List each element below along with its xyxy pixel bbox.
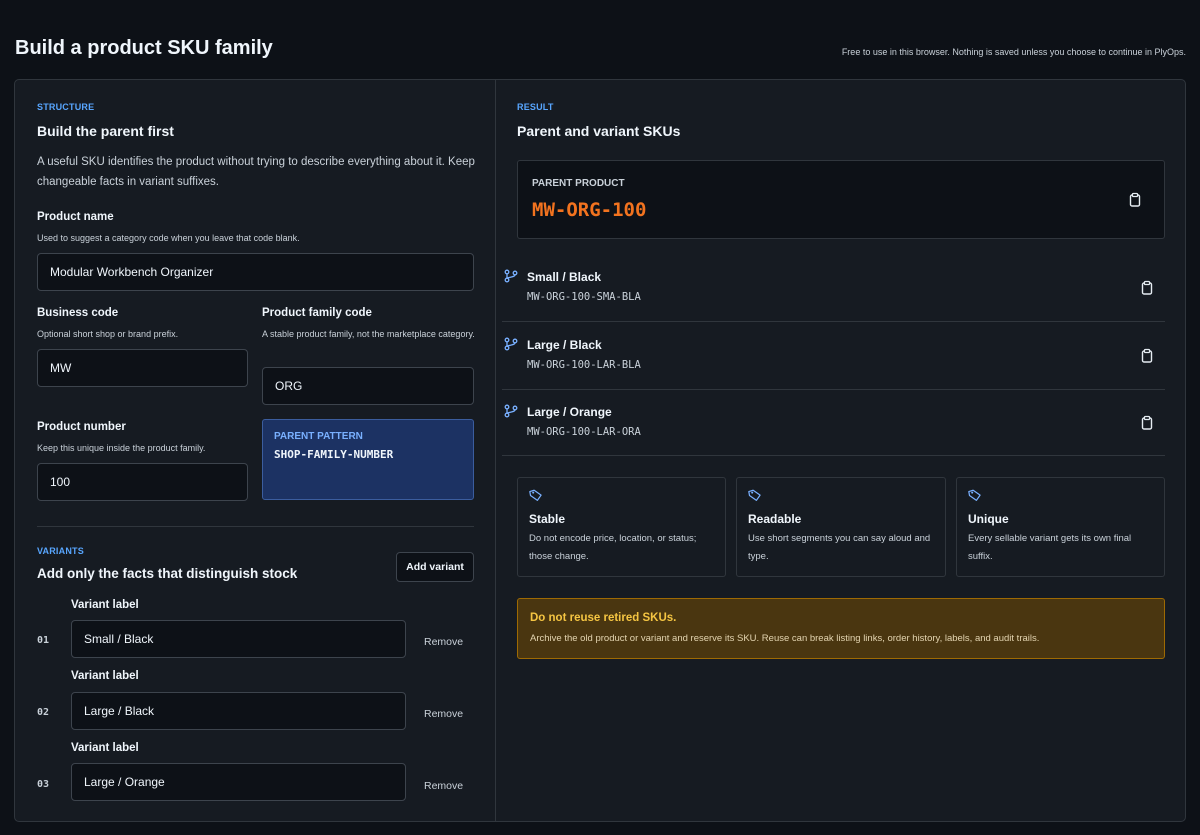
principle-card-unique: Unique Every sellable variant gets its o… (956, 477, 1165, 577)
remove-variant-button[interactable]: Remove (424, 780, 463, 792)
principle-card-stable: Stable Do not encode price, location, or… (517, 477, 726, 577)
product-number-input[interactable] (37, 463, 248, 501)
result-eyebrow: RESULT (517, 102, 554, 112)
sku-builder-panel: STRUCTURE Build the parent first A usefu… (14, 79, 1186, 822)
tag-icon (529, 489, 542, 501)
structure-description: A useful SKU identifies the product with… (37, 156, 475, 188)
variant-sku-value: MW-ORG-100-LAR-BLA (527, 359, 641, 371)
variant-label-caption: Variant label (71, 599, 139, 611)
column-divider (495, 80, 496, 821)
family-code-label: Product family code (262, 307, 372, 319)
product-number-help: Keep this unique inside the product fami… (37, 443, 206, 453)
remove-variant-button[interactable]: Remove (424, 708, 463, 720)
branch-icon (504, 269, 518, 283)
parent-product-eyebrow: PARENT PRODUCT (532, 178, 625, 189)
add-variant-button[interactable]: Add variant (396, 552, 474, 582)
product-name-label: Product name (37, 211, 114, 223)
parent-product-box: PARENT PRODUCT MW-ORG-100 (517, 160, 1165, 239)
variant-sku-label: Small / Black (527, 270, 602, 284)
branch-icon (504, 337, 518, 351)
principle-card-readable: Readable Use short segments you can say … (736, 477, 946, 577)
copy-icon[interactable] (1139, 348, 1155, 364)
product-number-label: Product number (37, 421, 126, 433)
remove-variant-button[interactable]: Remove (424, 636, 463, 648)
parent-sku: MW-ORG-100 (532, 199, 647, 221)
structure-eyebrow: STRUCTURE (37, 102, 95, 112)
variant-label-input[interactable] (71, 763, 406, 801)
variant-sku-row: Large / Black MW-ORG-100-LAR-BLA (502, 322, 1165, 390)
variant-label-caption: Variant label (71, 742, 139, 754)
warning-callout: Do not reuse retired SKUs. Archive the o… (517, 598, 1165, 659)
principle-title: Unique (968, 512, 1009, 526)
variant-label-input[interactable] (71, 620, 406, 658)
page-note: Free to use in this browser. Nothing is … (841, 47, 1186, 57)
warning-title: Do not reuse retired SKUs. (530, 612, 677, 624)
parent-pattern-eyebrow: PARENT PATTERN (274, 431, 363, 442)
variant-sku-value: MW-ORG-100-SMA-BLA (527, 291, 641, 303)
variant-sku-label: Large / Orange (527, 405, 612, 419)
section-divider (37, 526, 474, 527)
copy-icon[interactable] (1139, 415, 1155, 431)
principle-title: Stable (529, 512, 566, 526)
principle-title: Readable (748, 512, 802, 526)
tag-icon (968, 489, 981, 501)
copy-icon[interactable] (1127, 192, 1143, 208)
variant-sku-label: Large / Black (527, 338, 602, 352)
principle-text: Every sellable variant gets its own fina… (968, 533, 1132, 562)
parent-pattern-box: PARENT PATTERN SHOP-FAMILY-NUMBER (262, 419, 474, 500)
warning-text: Archive the old product or variant and r… (530, 633, 1040, 644)
product-name-input[interactable] (37, 253, 474, 291)
variant-index: 03 (37, 779, 50, 790)
variant-sku-row: Large / Orange MW-ORG-100-LAR-ORA (502, 390, 1165, 456)
principle-text: Use short segments you can say aloud and… (748, 533, 931, 562)
business-code-help: Optional short shop or brand prefix. (37, 329, 179, 339)
variant-sku-row: Small / Black MW-ORG-100-SMA-BLA (502, 255, 1165, 322)
tag-icon (748, 489, 761, 501)
variant-label-caption: Variant label (71, 670, 139, 682)
variants-heading: Add only the facts that distinguish stoc… (37, 566, 298, 581)
copy-icon[interactable] (1139, 280, 1155, 296)
business-code-input[interactable] (37, 349, 248, 387)
variant-sku-value: MW-ORG-100-LAR-ORA (527, 426, 641, 438)
structure-heading: Build the parent first (37, 123, 174, 139)
family-code-help: A stable product family, not the marketp… (262, 329, 475, 339)
variants-eyebrow: VARIANTS (37, 546, 84, 556)
variant-index: 01 (37, 635, 50, 646)
variant-label-input[interactable] (71, 692, 406, 730)
branch-icon (504, 404, 518, 418)
page-title: Build a product SKU family (15, 37, 273, 59)
family-code-input[interactable] (262, 367, 474, 405)
product-name-help: Used to suggest a category code when you… (37, 233, 300, 243)
principle-text: Do not encode price, location, or status… (529, 533, 697, 562)
variant-index: 02 (37, 707, 50, 718)
business-code-label: Business code (37, 307, 119, 319)
result-heading: Parent and variant SKUs (517, 123, 681, 139)
parent-pattern-value: SHOP-FAMILY-NUMBER (274, 448, 394, 461)
